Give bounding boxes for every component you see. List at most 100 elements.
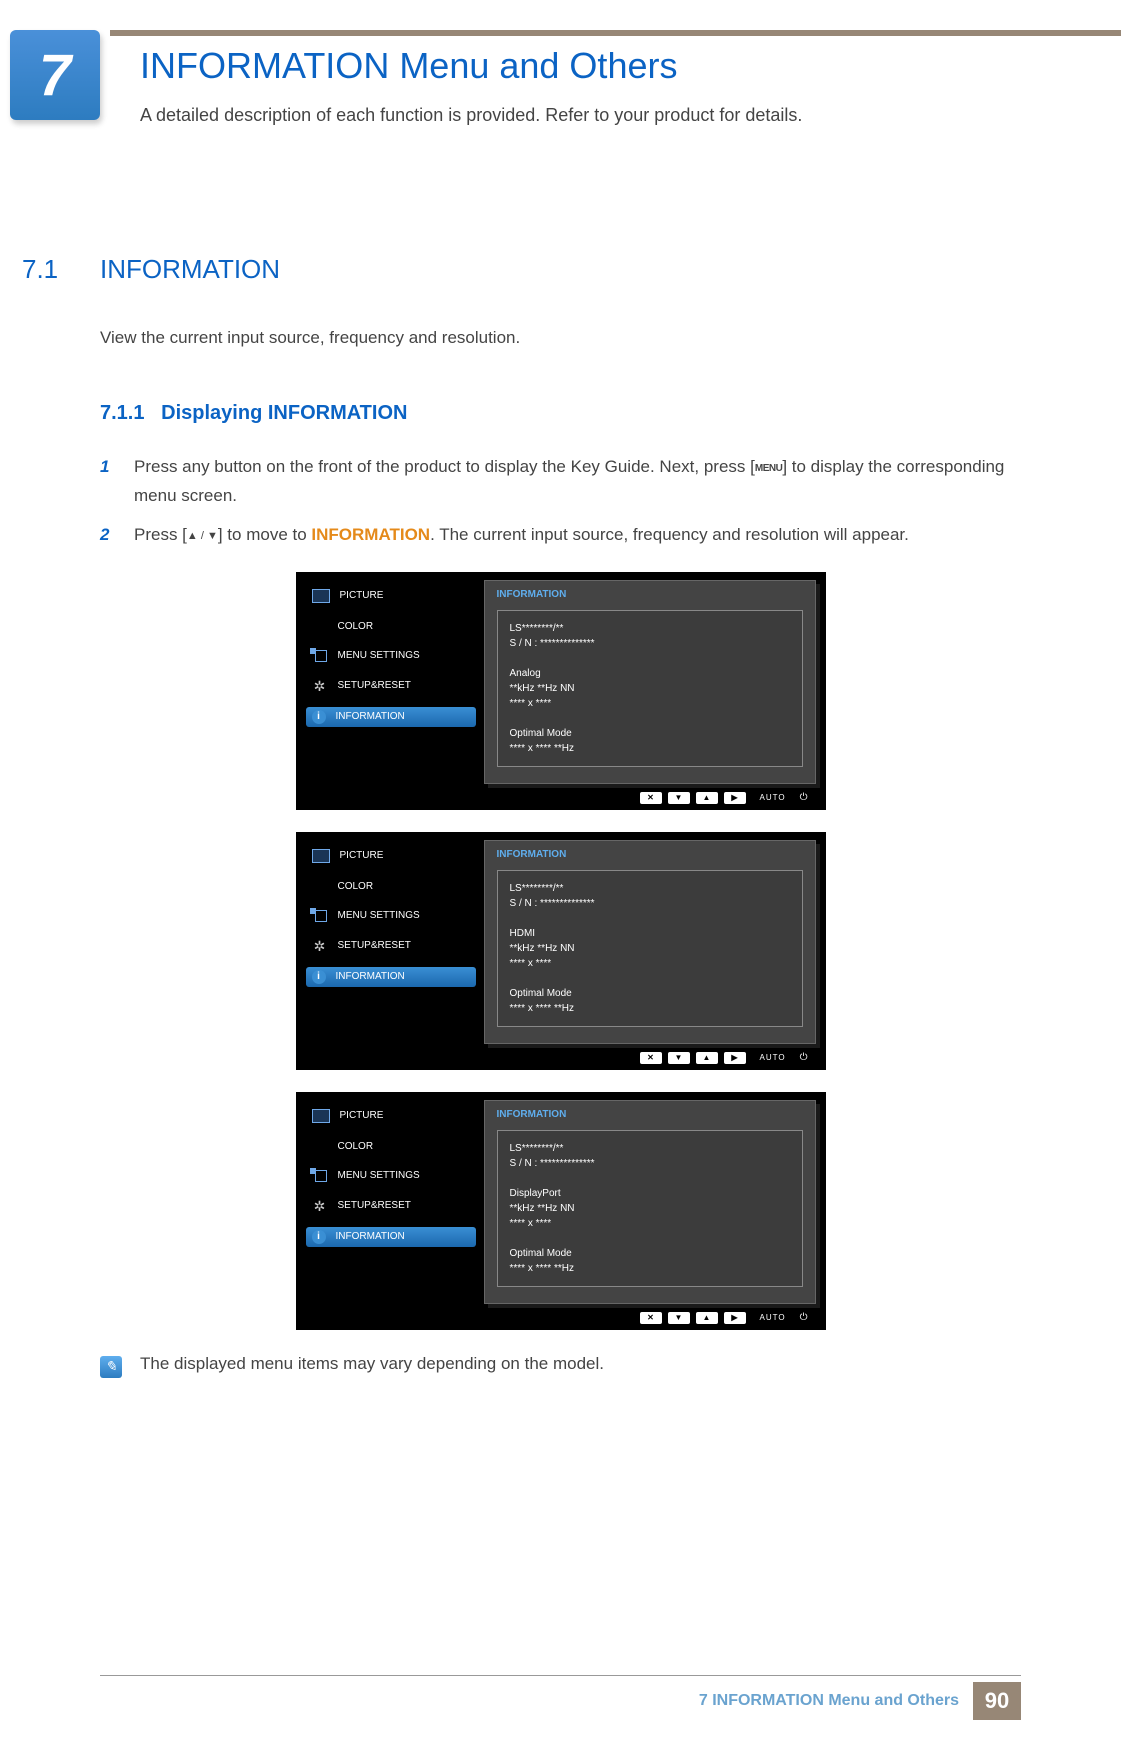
top-divider: [110, 30, 1121, 36]
osd-screenshot-displayport: PICTURE COLOR MENU SETTINGS ✲SETUP&RESET…: [296, 1092, 826, 1330]
up-arrow-icon: ▲: [696, 1052, 718, 1064]
osd-inner: PICTURE COLOR MENU SETTINGS ✲ SETUP&RESET…: [296, 572, 826, 788]
color-icon: [312, 1141, 328, 1151]
power-icon: ⏻: [800, 1052, 808, 1064]
gear-icon: ✲: [312, 940, 328, 952]
osd-panel-title: INFORMATION: [497, 849, 803, 860]
osd-info-panel: INFORMATION LS********/** S / N : ******…: [484, 1100, 816, 1304]
page: 7 INFORMATION Menu and Others A detailed…: [0, 0, 1121, 1754]
osd-panel-body: LS********/** S / N : ************** Ana…: [497, 610, 803, 767]
auto-label: AUTO: [752, 1312, 794, 1324]
osd-item-picture: PICTURE: [306, 586, 476, 606]
osd-label-information: INFORMATION: [336, 711, 405, 722]
osd-navbar: ✕ ▼ ▲ ▶ AUTO ⏻: [296, 1048, 826, 1066]
power-icon: ⏻: [800, 1312, 808, 1324]
osd-item-menu-settings: MENU SETTINGS: [306, 1167, 476, 1185]
osd-item-color: COLOR: [306, 878, 476, 895]
step2-mid: ] to move to: [218, 525, 312, 544]
chapter-title: INFORMATION Menu and Others: [140, 45, 1041, 87]
osd-label-setup-reset: SETUP&RESET: [338, 940, 411, 951]
section-number: 7.1: [22, 254, 58, 285]
info-icon: i: [312, 710, 326, 724]
auto-label: AUTO: [752, 1052, 794, 1064]
picture-icon: [312, 589, 330, 603]
osd-item-picture: PICTURE: [306, 1106, 476, 1126]
osd-label-setup-reset: SETUP&RESET: [338, 680, 411, 691]
footer: 7 INFORMATION Menu and Others 90: [699, 1682, 1021, 1720]
osd-item-setup-reset: ✲ SETUP&RESET: [306, 677, 476, 695]
gear-icon: ✲: [312, 1200, 328, 1212]
right-arrow-icon: ▶: [724, 792, 746, 804]
step-2: 2 Press [▲ / ▼] to move to INFORMATION. …: [100, 521, 1021, 550]
gear-icon: ✲: [312, 680, 328, 692]
osd-item-picture: PICTURE: [306, 846, 476, 866]
osd-info-panel: INFORMATION LS********/** S / N : ******…: [484, 580, 816, 784]
subsection-title-text: Displaying INFORMATION: [161, 402, 407, 424]
note-icon: ✎: [100, 1356, 122, 1378]
osd-label-information: INFORMATION: [336, 1231, 405, 1242]
down-arrow-icon: ▼: [668, 792, 690, 804]
osd-inner: PICTURE COLOR MENU SETTINGS ✲SETUP&RESET…: [296, 1092, 826, 1308]
note-text: The displayed menu items may vary depend…: [140, 1354, 604, 1374]
footer-text: 7 INFORMATION Menu and Others: [699, 1692, 959, 1710]
menu-settings-icon: [312, 910, 328, 922]
note: ✎ The displayed menu items may vary depe…: [100, 1354, 1021, 1378]
picture-icon: [312, 1109, 330, 1123]
section-body: View the current input source, frequency…: [100, 328, 1021, 348]
osd-item-color: COLOR: [306, 1138, 476, 1155]
section-title: INFORMATION: [100, 254, 280, 285]
down-arrow-icon: ▼: [668, 1052, 690, 1064]
osd-item-menu-settings: MENU SETTINGS: [306, 907, 476, 925]
chapter-header: INFORMATION Menu and Others A detailed d…: [140, 45, 1041, 126]
auto-label: AUTO: [752, 792, 794, 804]
osd-item-setup-reset: ✲ SETUP&RESET: [306, 937, 476, 955]
menu-settings-icon: [312, 1170, 328, 1182]
osd-sidebar: PICTURE COLOR MENU SETTINGS ✲SETUP&RESET…: [306, 1100, 476, 1304]
color-icon: [312, 881, 328, 891]
page-number: 90: [973, 1682, 1021, 1720]
footer-divider: [100, 1675, 1021, 1676]
info-icon: i: [312, 970, 326, 984]
up-down-arrows-icon: ▲ / ▼: [187, 530, 218, 542]
step-text: Press any button on the front of the pro…: [134, 453, 1021, 511]
osd-panel-title: INFORMATION: [497, 589, 803, 600]
osd-label-menu-settings: MENU SETTINGS: [338, 650, 420, 661]
osd-item-color: COLOR: [306, 618, 476, 635]
osd-label-color: COLOR: [338, 881, 374, 892]
osd-panel-title: INFORMATION: [497, 1109, 803, 1120]
info-icon: i: [312, 1230, 326, 1244]
step2-pre: Press [: [134, 525, 187, 544]
color-icon: [312, 621, 328, 631]
osd-label-color: COLOR: [338, 1141, 374, 1152]
step-number: 1: [100, 453, 134, 511]
step-text: Press [▲ / ▼] to move to INFORMATION. Th…: [134, 521, 909, 550]
osd-label-menu-settings: MENU SETTINGS: [338, 910, 420, 921]
osd-panel-body: LS********/** S / N : ************** HDM…: [497, 870, 803, 1027]
up-arrow-icon: ▲: [696, 792, 718, 804]
subsection-title: 7.1.1 Displaying INFORMATION: [100, 402, 1021, 425]
step2-post: . The current input source, frequency an…: [430, 525, 909, 544]
menu-key-label: MENU: [755, 463, 782, 474]
close-icon: ✕: [640, 792, 662, 804]
power-icon: ⏻: [800, 792, 808, 804]
osd-info-panel: INFORMATION LS********/** S / N : ******…: [484, 840, 816, 1044]
osd-label-picture: PICTURE: [340, 590, 384, 601]
right-arrow-icon: ▶: [724, 1052, 746, 1064]
osd-label-picture: PICTURE: [340, 850, 384, 861]
step-number: 2: [100, 521, 134, 550]
osd-label-menu-settings: MENU SETTINGS: [338, 1170, 420, 1181]
osd-item-menu-settings: MENU SETTINGS: [306, 647, 476, 665]
subsection-number: 7.1.1: [100, 402, 144, 424]
osd-panel-body: LS********/** S / N : ************** Dis…: [497, 1130, 803, 1287]
picture-icon: [312, 849, 330, 863]
information-highlight: INFORMATION: [311, 525, 430, 544]
osd-navbar: ✕ ▼ ▲ ▶ AUTO ⏻: [296, 1308, 826, 1326]
osd-label-information: INFORMATION: [336, 971, 405, 982]
osd-inner: PICTURE COLOR MENU SETTINGS ✲ SETUP&RESET…: [296, 832, 826, 1048]
step-1: 1 Press any button on the front of the p…: [100, 453, 1021, 511]
close-icon: ✕: [640, 1312, 662, 1324]
step1-pre: Press any button on the front of the pro…: [134, 457, 755, 476]
osd-screenshots: PICTURE COLOR MENU SETTINGS ✲ SETUP&RESET…: [100, 572, 1021, 1330]
chapter-number-tab: 7: [10, 30, 100, 120]
osd-label-color: COLOR: [338, 621, 374, 632]
